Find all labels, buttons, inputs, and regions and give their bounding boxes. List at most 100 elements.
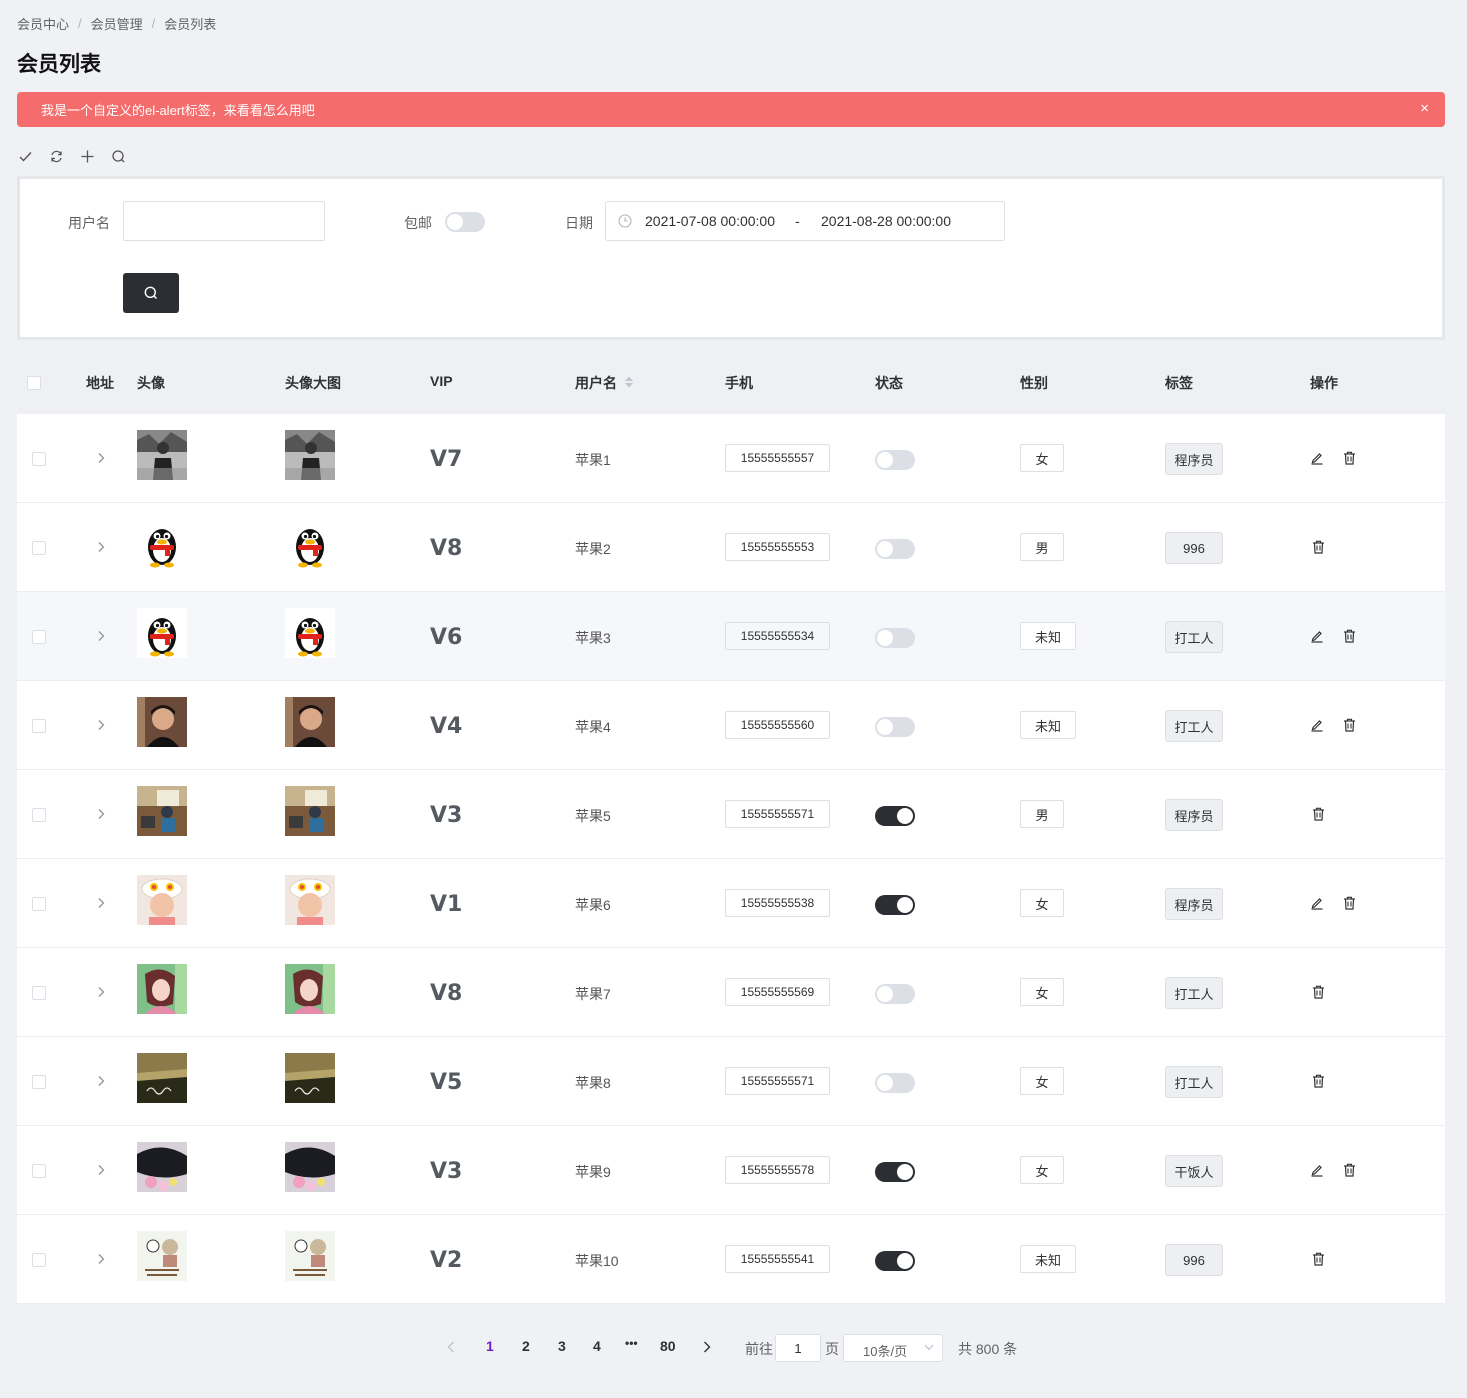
row-checkbox[interactable] — [32, 541, 46, 555]
row-checkbox[interactable] — [32, 719, 46, 733]
close-icon[interactable]: × — [1420, 101, 1429, 117]
chevron-right-icon[interactable] — [96, 986, 106, 998]
select-all-checkbox[interactable] — [27, 376, 41, 390]
gender-field[interactable]: 女 — [1020, 1156, 1064, 1184]
gender-field[interactable]: 未知 — [1020, 711, 1076, 739]
avatar-large[interactable] — [285, 1053, 335, 1103]
gender-field[interactable]: 男 — [1020, 533, 1064, 561]
page-size-select[interactable]: 10条/页 — [843, 1334, 943, 1362]
page-2[interactable]: 2 — [522, 1338, 530, 1354]
goto-page-input[interactable]: 1 — [775, 1334, 821, 1362]
phone-field[interactable]: 15555555571 — [725, 1067, 830, 1095]
row-checkbox[interactable] — [32, 986, 46, 1000]
prev-page-icon[interactable] — [447, 1341, 455, 1353]
status-switch[interactable] — [875, 806, 915, 826]
status-switch[interactable] — [875, 717, 915, 737]
phone-field[interactable]: 15555555578 — [725, 1156, 830, 1184]
row-checkbox[interactable] — [32, 1075, 46, 1089]
avatar-large[interactable] — [285, 875, 335, 925]
page-4[interactable]: 4 — [593, 1338, 601, 1354]
edit-icon[interactable] — [1310, 1162, 1324, 1178]
delete-icon[interactable] — [1342, 717, 1356, 733]
delete-icon[interactable] — [1311, 539, 1325, 555]
avatar-large[interactable] — [285, 519, 335, 569]
delete-icon[interactable] — [1311, 806, 1325, 822]
refresh-icon[interactable] — [48, 147, 64, 165]
row-checkbox[interactable] — [32, 808, 46, 822]
date-start[interactable]: 2021-07-08 00:00:00 — [645, 213, 775, 229]
chevron-right-icon[interactable] — [96, 452, 106, 464]
avatar-large[interactable] — [285, 1231, 335, 1281]
edit-icon[interactable] — [1310, 895, 1324, 911]
date-range-picker[interactable]: 2021-07-08 00:00:00 - 2021-08-28 00:00:0… — [605, 201, 1005, 241]
breadcrumb-item-member-center[interactable]: 会员中心 — [17, 14, 69, 33]
chevron-right-icon[interactable] — [96, 541, 106, 553]
avatar-large[interactable] — [285, 1142, 335, 1192]
status-switch[interactable] — [875, 539, 915, 559]
status-switch[interactable] — [875, 628, 915, 648]
phone-field[interactable]: 15555555560 — [725, 711, 830, 739]
row-checkbox[interactable] — [32, 1164, 46, 1178]
chevron-right-icon[interactable] — [96, 1164, 106, 1176]
row-checkbox[interactable] — [32, 630, 46, 644]
sort-icon[interactable] — [624, 375, 634, 389]
avatar-large[interactable] — [285, 430, 335, 480]
phone-field[interactable]: 15555555541 — [725, 1245, 830, 1273]
edit-icon[interactable] — [1310, 450, 1324, 466]
date-end[interactable]: 2021-08-28 00:00:00 — [821, 213, 951, 229]
free-shipping-switch[interactable] — [445, 212, 485, 232]
delete-icon[interactable] — [1311, 1073, 1325, 1089]
phone-field[interactable]: 15555555557 — [725, 444, 830, 472]
delete-icon[interactable] — [1311, 984, 1325, 1000]
page-ellipsis[interactable]: ••• — [625, 1336, 638, 1350]
delete-icon[interactable] — [1342, 628, 1356, 644]
chevron-right-icon[interactable] — [96, 719, 106, 731]
phone-field[interactable]: 15555555569 — [725, 978, 830, 1006]
status-switch[interactable] — [875, 450, 915, 470]
phone-field[interactable]: 15555555534 — [725, 622, 830, 650]
status-switch[interactable] — [875, 1162, 915, 1182]
gender-field[interactable]: 女 — [1020, 978, 1064, 1006]
gender-field[interactable]: 女 — [1020, 889, 1064, 917]
gender-field[interactable]: 未知 — [1020, 622, 1076, 650]
status-switch[interactable] — [875, 1251, 915, 1271]
username-input[interactable] — [123, 201, 325, 241]
status-switch[interactable] — [875, 895, 915, 915]
page-last[interactable]: 80 — [660, 1338, 676, 1354]
gender-field[interactable]: 男 — [1020, 800, 1064, 828]
row-checkbox[interactable] — [32, 452, 46, 466]
edit-icon[interactable] — [1310, 717, 1324, 733]
gender-field[interactable]: 女 — [1020, 1067, 1064, 1095]
search-button[interactable] — [123, 273, 179, 313]
avatar-large[interactable] — [285, 608, 335, 658]
row-checkbox[interactable] — [32, 897, 46, 911]
avatar-large[interactable] — [285, 964, 335, 1014]
gender-field[interactable]: 女 — [1020, 444, 1064, 472]
phone-field[interactable]: 15555555571 — [725, 800, 830, 828]
delete-icon[interactable] — [1342, 1162, 1356, 1178]
check-icon[interactable] — [17, 147, 33, 165]
delete-icon[interactable] — [1311, 1251, 1325, 1267]
col-username[interactable]: 用户名 — [575, 373, 617, 393]
row-checkbox[interactable] — [32, 1253, 46, 1267]
gender-field[interactable]: 未知 — [1020, 1245, 1076, 1273]
chevron-right-icon[interactable] — [96, 630, 106, 642]
chevron-right-icon[interactable] — [96, 897, 106, 909]
chevron-right-icon[interactable] — [96, 808, 106, 820]
phone-field[interactable]: 15555555553 — [725, 533, 830, 561]
next-page-icon[interactable] — [703, 1341, 711, 1353]
page-3[interactable]: 3 — [558, 1338, 566, 1354]
delete-icon[interactable] — [1342, 895, 1356, 911]
chevron-right-icon[interactable] — [96, 1075, 106, 1087]
status-switch[interactable] — [875, 1073, 915, 1093]
edit-icon[interactable] — [1310, 628, 1324, 644]
delete-icon[interactable] — [1342, 450, 1356, 466]
breadcrumb-item-member-management[interactable]: 会员管理 — [91, 14, 143, 33]
plus-icon[interactable] — [79, 147, 95, 165]
phone-field[interactable]: 15555555538 — [725, 889, 830, 917]
status-switch[interactable] — [875, 984, 915, 1004]
search-icon[interactable] — [110, 147, 126, 165]
page-1[interactable]: 1 — [486, 1338, 494, 1354]
avatar-large[interactable] — [285, 697, 335, 747]
chevron-right-icon[interactable] — [96, 1253, 106, 1265]
